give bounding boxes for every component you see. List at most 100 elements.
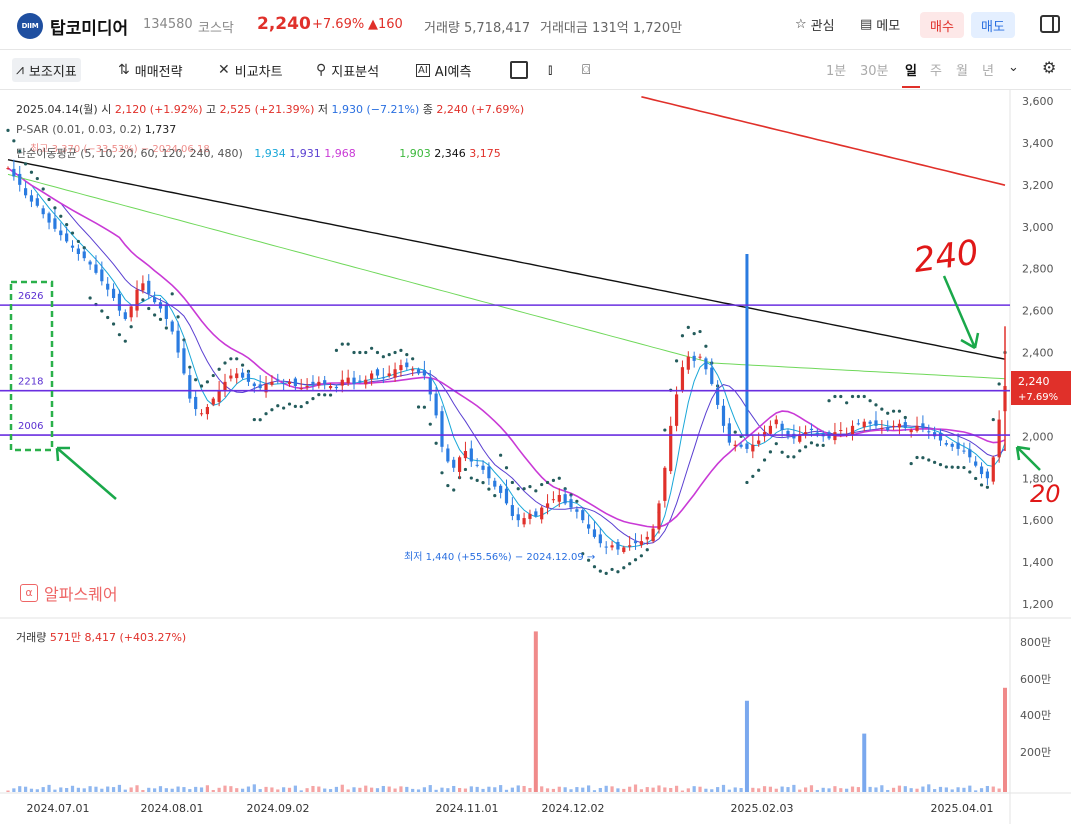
screenshot-button[interactable]: ⌼ [578, 58, 594, 82]
psar-dot [188, 365, 192, 369]
psar-dot [158, 317, 163, 321]
favorite-button[interactable]: ☆ 관심 [795, 15, 835, 34]
price-chart[interactable]: 2626 2218 2006 3,600 3,400 3,200 3,000 2,800 2,… [0, 90, 1071, 824]
settings-gear-icon[interactable]: ⚙ [1042, 58, 1056, 77]
candle-body [921, 423, 925, 428]
candle-body [944, 443, 948, 445]
volume-bar [845, 788, 849, 792]
candle-body [370, 373, 374, 379]
company-logo: DIIM [17, 13, 43, 39]
memo-button[interactable]: ▤ 메모 [860, 15, 900, 34]
candle-body [563, 494, 567, 504]
volume-bar [123, 789, 127, 792]
psar-dot [956, 465, 960, 469]
period-month[interactable]: 월 [956, 60, 968, 79]
ma-value-10: 1,931 [289, 147, 321, 160]
legend-high-label: 고 [206, 103, 217, 116]
volume-bar [199, 787, 204, 792]
volume-bar [821, 787, 825, 792]
period-dropdown-icon[interactable]: ⌄ [1008, 60, 1019, 75]
candle-body [663, 467, 667, 501]
candle-body [35, 198, 39, 206]
ma-value-240: 2,346 [434, 147, 466, 160]
period-1min[interactable]: 1분 [826, 60, 846, 79]
sell-button[interactable]: 매도 [971, 12, 1015, 38]
axes: 3,6003,4003,2003,0002,8002,6002,4002,200… [27, 95, 1054, 815]
candle-body [182, 348, 186, 374]
volume-bar [117, 784, 122, 792]
psar-dot [522, 487, 526, 491]
ma-value-480: 3,175 [469, 147, 501, 160]
candle-body [551, 499, 556, 501]
candle-body [65, 233, 69, 242]
volume-bar [850, 786, 855, 792]
candle-body [147, 280, 151, 294]
candle-body [334, 386, 339, 389]
period-week[interactable]: 주 [930, 60, 942, 79]
volume-bar [880, 785, 884, 792]
indicators-button[interactable]: ⩘ 보조지표 [12, 58, 81, 82]
volume-bar [106, 786, 110, 792]
header: DIIM 탑코미디어 134580 코스닥 2,240 +7.69% ▲160 … [0, 0, 1071, 50]
volume-bar [751, 787, 755, 792]
candle-body [381, 377, 385, 379]
psar-dot [692, 332, 696, 336]
psar-dot [364, 350, 368, 355]
x-tick-label: 2024.11.01 [436, 802, 499, 815]
psar-dot [868, 399, 872, 403]
psar-dot [264, 412, 268, 416]
volume-spike-bar [862, 733, 867, 792]
low-note: 최저 1,440 (+55.56%) − 2024.12.09 → [404, 551, 595, 563]
candle-body [416, 369, 421, 374]
period-30min[interactable]: 30분 [860, 60, 889, 79]
candle-body [463, 451, 468, 459]
psar-dot [809, 441, 814, 445]
psar-dot [393, 350, 397, 355]
volume-bar [680, 790, 685, 792]
analysis-button[interactable]: ⚲ 지표분석 [312, 58, 383, 82]
square-tool-button[interactable] [506, 58, 532, 82]
volume-bar [328, 789, 333, 792]
volume-bar [522, 785, 526, 792]
period-day[interactable]: 일 [905, 60, 917, 79]
psar-dot [411, 357, 415, 361]
candle-body [692, 355, 696, 361]
candle-body [780, 423, 784, 431]
psar-dot [240, 363, 245, 367]
legend-close: 2,240 (+7.69%) [436, 103, 525, 116]
strategy-button[interactable]: ⇅ 매매전략 [114, 58, 187, 82]
volume-bar [493, 787, 497, 792]
volume-bar [968, 785, 972, 792]
candle-body [41, 208, 45, 215]
psar-dot [293, 404, 297, 408]
candle-body [956, 442, 960, 449]
psar-dot [628, 562, 632, 566]
candle-type-button[interactable]: ⫾ [544, 58, 556, 82]
candle-body [82, 251, 86, 259]
side-panel-toggle-icon[interactable] [1040, 15, 1060, 33]
moving-average-lines [7, 96, 1006, 548]
level-label: 2218 [18, 377, 43, 388]
volume-bar [915, 788, 919, 792]
volume-bar [587, 785, 591, 792]
candle-body [534, 511, 538, 516]
psar-dot [463, 467, 468, 472]
ai-label: AI예측 [434, 64, 472, 80]
volume-bar [364, 785, 368, 792]
candle-body [674, 394, 679, 426]
candle-body [199, 413, 204, 415]
candle-body [909, 430, 913, 433]
volume-bar [704, 788, 708, 792]
period-year[interactable]: 년 [982, 60, 994, 79]
compare-button[interactable]: ✕ 비교차트 [214, 58, 287, 82]
volume-bar [839, 788, 843, 792]
buy-button[interactable]: 매수 [920, 12, 964, 38]
volume-bar [399, 786, 403, 792]
volume-legend-label: 거래량 [16, 631, 47, 644]
ai-forecast-button[interactable]: AI AI예측 [412, 58, 475, 82]
psar-dot [422, 405, 426, 409]
psar-dot [592, 565, 597, 569]
psar-dot [933, 460, 937, 464]
arrow-left [55, 446, 117, 500]
psar-dot [334, 348, 339, 353]
